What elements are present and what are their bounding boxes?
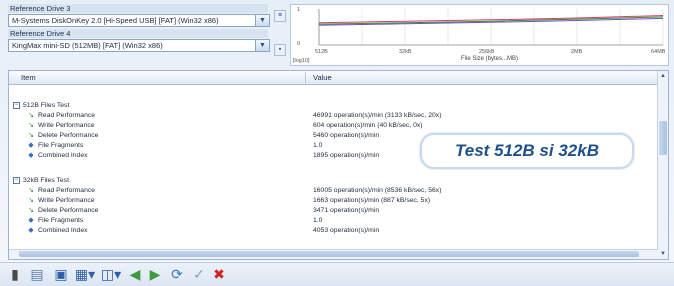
- x-tick-label: 2MB: [571, 49, 583, 55]
- reference-drive-3-select[interactable]: M-Systems DiskOnKey 2.0 [Hi-Speed USB] […: [8, 14, 270, 27]
- table-row[interactable]: ↘ Write Performance: [27, 121, 95, 131]
- y-tick-label: 1: [297, 7, 301, 13]
- scroll-thumb[interactable]: [19, 251, 639, 257]
- bottom-toolbar: ▮ ▤ ▣ ▦▾ ◫▾ ◀ ▶ ⟳ ✓ ✖: [0, 262, 674, 286]
- cancel-icon[interactable]: ✖: [212, 266, 226, 283]
- row-label: Delete Performance: [38, 207, 99, 214]
- chart-icon[interactable]: ◫▾: [100, 266, 122, 283]
- forward-icon[interactable]: ▶: [148, 266, 162, 283]
- performance-icon: ↘: [28, 112, 34, 119]
- row-value: 1.0: [313, 217, 323, 224]
- scroll-down-icon[interactable]: ▼: [658, 249, 668, 259]
- chart-mode-icon[interactable]: ▪: [274, 44, 286, 56]
- clipboard-icon[interactable]: ▮: [8, 266, 22, 283]
- row-value: 1.0: [313, 142, 323, 149]
- row-label: File Fragments: [38, 217, 84, 224]
- performance-icon: ↘: [28, 187, 34, 194]
- row-value: 604 operation(s)/min (40 kB/sec, 0x): [313, 122, 423, 129]
- row-value: 1895 operation(s)/min: [313, 152, 380, 159]
- collapse-icon[interactable]: −: [13, 101, 20, 109]
- table-row[interactable]: ◆ Combined Index: [27, 151, 88, 161]
- table-row[interactable]: ◆ File Fragments: [27, 216, 83, 226]
- back-icon[interactable]: ◀: [128, 266, 142, 283]
- collapse-icon[interactable]: −: [13, 176, 20, 184]
- fragments-icon: ◆: [28, 217, 34, 224]
- row-value: 46991 operation(s)/min (3133 kB/sec, 20x…: [313, 112, 442, 119]
- x-tick-label: 512B: [315, 49, 328, 55]
- row-label: Combined Index: [38, 227, 88, 234]
- check-icon[interactable]: ✓: [192, 266, 206, 283]
- x-tick-label: 64MB: [651, 49, 666, 55]
- refresh-icon[interactable]: ⟳: [170, 266, 184, 283]
- table-row[interactable]: ↘ Write Performance: [27, 196, 95, 206]
- reference-drive-3-label: Reference Drive 3: [8, 4, 268, 13]
- row-label: File Fragments: [38, 142, 84, 149]
- performance-icon: ↘: [28, 207, 34, 214]
- horizontal-scrollbar[interactable]: [9, 249, 658, 259]
- copy-icon[interactable]: ▤: [30, 266, 44, 283]
- row-value: 4053 operation(s)/min: [313, 227, 380, 234]
- column-divider[interactable]: [305, 72, 306, 83]
- index-icon: ◆: [28, 227, 34, 234]
- table-row[interactable]: ↘ Delete Performance: [27, 131, 98, 141]
- chevron-down-icon[interactable]: ▼: [255, 40, 269, 51]
- x-tick-label: 32kB: [399, 49, 412, 55]
- performance-chart: 1 0 [log10] 512B 32kB 256kB 2MB 64MB Fil…: [290, 4, 669, 66]
- group-title: 32kB Files Test: [23, 177, 69, 184]
- group-title: 512B Files Test: [23, 102, 70, 109]
- save-icon[interactable]: ▣: [54, 266, 68, 283]
- table-row[interactable]: ↘ Read Performance: [27, 186, 95, 196]
- performance-icon: ↘: [28, 132, 34, 139]
- row-label: Read Performance: [38, 187, 96, 194]
- group-header[interactable]: −512B Files Test: [13, 101, 69, 111]
- chart-zoom-icon[interactable]: ≡: [274, 10, 286, 22]
- row-value: 1663 operation(s)/min (887 kB/sec, 5x): [313, 197, 431, 204]
- reference-drive-4-label: Reference Drive 4: [8, 29, 268, 38]
- row-value: 3471 operation(s)/min: [313, 207, 380, 214]
- group-header[interactable]: −32kB Files Test: [13, 176, 69, 186]
- scroll-thumb[interactable]: [659, 121, 667, 155]
- performance-icon: ↘: [28, 197, 34, 204]
- table-row[interactable]: ↘ Delete Performance: [27, 206, 98, 216]
- row-label: Delete Performance: [38, 132, 99, 139]
- x-axis-label: File Size (bytes...MB): [461, 56, 519, 62]
- table-row[interactable]: ◆ File Fragments: [27, 141, 83, 151]
- row-label: Combined Index: [38, 152, 88, 159]
- reference-panel: Reference Drive 3 M-Systems DiskOnKey 2.…: [8, 4, 270, 66]
- row-label: Read Performance: [38, 112, 96, 119]
- row-value: 5460 operation(s)/min: [313, 132, 380, 139]
- fragments-icon: ◆: [28, 142, 34, 149]
- table-header: Item Value: [9, 71, 668, 85]
- row-label: Write Performance: [38, 122, 95, 129]
- x-tick-label: 256kB: [479, 49, 495, 55]
- report-icon[interactable]: ▦▾: [74, 266, 96, 283]
- y-axis-label: [log10]: [293, 58, 310, 64]
- row-value: 16005 operation(s)/min (8536 kB/sec, 56x…: [313, 187, 442, 194]
- chevron-down-icon[interactable]: ▼: [255, 15, 269, 26]
- column-header-value[interactable]: Value: [313, 71, 332, 84]
- index-icon: ◆: [28, 152, 34, 159]
- annotation-callout: Test 512B si 32kB: [420, 133, 634, 169]
- scroll-up-icon[interactable]: ▲: [658, 71, 668, 81]
- y-tick-label: 0: [297, 41, 301, 47]
- reference-drive-4-value: KingMax mini-SD (512MB) [FAT] (Win32 x86…: [12, 41, 163, 50]
- table-row[interactable]: ◆ Combined Index: [27, 226, 88, 236]
- reference-drive-4-select[interactable]: KingMax mini-SD (512MB) [FAT] (Win32 x86…: [8, 39, 270, 52]
- row-label: Write Performance: [38, 197, 95, 204]
- reference-drive-3-value: M-Systems DiskOnKey 2.0 [Hi-Speed USB] […: [12, 16, 219, 25]
- vertical-scrollbar[interactable]: ▲ ▼: [657, 71, 668, 259]
- performance-icon: ↘: [28, 122, 34, 129]
- chart-panel: ≡ ▪ 1 0 [log10] 512B 32kB 256kB 2MB 64MB…: [274, 4, 669, 66]
- column-header-item[interactable]: Item: [21, 71, 36, 84]
- table-row[interactable]: ↘ Read Performance: [27, 111, 95, 121]
- app-window: Reference Drive 3 M-Systems DiskOnKey 2.…: [0, 0, 674, 286]
